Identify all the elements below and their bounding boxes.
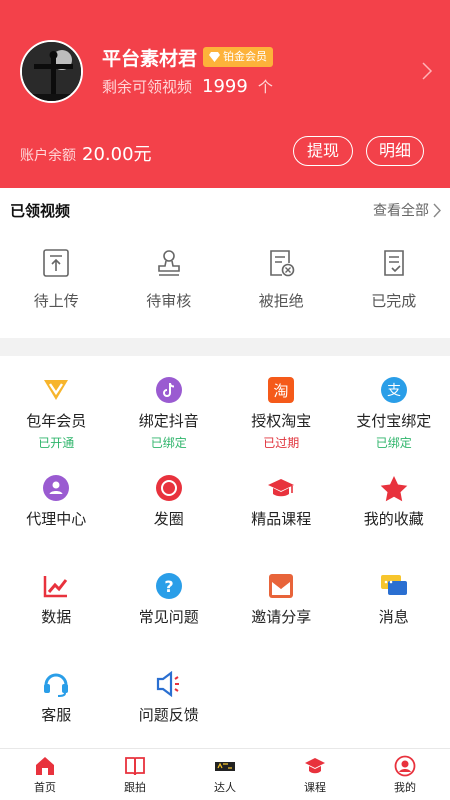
graduation-cap-icon [267, 474, 295, 502]
balance-label: 账户余额 [20, 148, 76, 164]
status-pending-review[interactable]: 待审核 [113, 248, 226, 328]
grid-label: 我的收藏 [363, 510, 424, 528]
message-icon [380, 572, 408, 600]
grid-messages[interactable]: 消息 [338, 572, 450, 627]
grid-feedback[interactable]: 问题反馈 [113, 670, 226, 725]
moments-icon [155, 474, 183, 502]
grid-status: 已开通 [38, 436, 75, 450]
grid-my-favorites[interactable]: 我的收藏 [338, 474, 450, 529]
status-label: 被拒绝 [258, 292, 304, 310]
grid-status: 已绑定 [375, 436, 412, 450]
svg-text:支: 支 [387, 383, 401, 399]
nav-label: 首页 [34, 781, 56, 794]
grid-invite-share[interactable]: 邀请分享 [225, 572, 338, 627]
diamond-icon [209, 52, 220, 62]
nav-label: 达人 [214, 781, 236, 794]
account-balance: 账户余额 20.00元 [20, 140, 152, 166]
username: 平台素材君 [102, 48, 198, 70]
agent-icon [42, 474, 70, 502]
status-label: 已完成 [371, 292, 417, 310]
grid-moments[interactable]: 发圈 [113, 474, 226, 529]
grid-agent-center[interactable]: 代理中心 [0, 474, 113, 529]
taobao-icon: 淘 [267, 376, 295, 404]
status-label: 待审核 [146, 292, 192, 310]
chevron-right-icon[interactable] [420, 62, 434, 80]
question-icon: ? [155, 572, 183, 600]
grid-data[interactable]: 数据 [0, 572, 113, 627]
tiktok-icon [155, 376, 183, 404]
remaining-videos: 剩余可领视频 1999 个 [102, 76, 273, 97]
user-icon [394, 755, 416, 777]
home-icon [36, 757, 54, 775]
svg-text:淘: 淘 [274, 382, 289, 400]
claimed-status-row: 待上传 待审核 被拒绝 已完成 [0, 248, 450, 328]
grid-label: 绑定抖音 [138, 412, 199, 430]
completed-doc-icon [383, 250, 404, 276]
nav-influencer[interactable]: 达人 [180, 749, 270, 800]
headset-icon [42, 670, 70, 698]
grid-bind-douyin[interactable]: 绑定抖音 已绑定 [113, 376, 226, 451]
nav-mine[interactable]: 我的 [360, 749, 450, 800]
book-icon [125, 757, 145, 776]
grid-vip-membership[interactable]: 包年会员 已开通 [0, 376, 113, 451]
chart-icon [42, 572, 70, 600]
stamp-icon [157, 250, 180, 276]
grid-premium-courses[interactable]: 精品课程 [225, 474, 338, 529]
cap-icon [305, 758, 325, 774]
grid-label: 数据 [41, 608, 72, 626]
grid-label: 问题反馈 [138, 706, 199, 724]
grid-label: 消息 [378, 608, 409, 626]
grid-status: 已绑定 [150, 436, 187, 450]
status-pending-upload[interactable]: 待上传 [0, 248, 113, 328]
detail-button[interactable]: 明细 [366, 136, 424, 166]
claimed-videos-title: 已领视频 [10, 202, 71, 220]
section-divider [0, 338, 450, 356]
remaining-unit: 个 [257, 78, 273, 96]
status-rejected[interactable]: 被拒绝 [225, 248, 338, 328]
nav-label: 我的 [394, 781, 416, 794]
remaining-count: 1999 [202, 76, 248, 97]
view-all-link[interactable]: 查看全部 [373, 200, 442, 220]
alipay-icon: 支 [380, 376, 408, 404]
nav-label: 跟拍 [124, 781, 146, 794]
megaphone-icon [155, 670, 183, 698]
nav-label: 课程 [304, 781, 326, 794]
vip-badge-label: 铂金会员 [223, 50, 267, 63]
avatar[interactable] [20, 40, 83, 103]
invite-icon [267, 572, 295, 600]
rejected-doc-icon [270, 250, 295, 277]
grid-status: 已过期 [263, 436, 300, 450]
grid-authorize-taobao[interactable]: 淘 授权淘宝 已过期 [225, 376, 338, 451]
grid-faq[interactable]: ? 常见问题 [113, 572, 226, 627]
remaining-label: 剩余可领视频 [102, 78, 193, 96]
grid-label: 授权淘宝 [251, 412, 312, 430]
star-logo-icon [215, 762, 235, 771]
withdraw-button[interactable]: 提现 [293, 136, 353, 166]
grid-label: 包年会员 [26, 412, 87, 430]
bottom-nav: 首页 跟拍 达人 课程 我的 [0, 748, 450, 800]
grid-label: 发圈 [153, 510, 184, 528]
grid-label: 代理中心 [26, 510, 87, 528]
grid-label: 支付宝绑定 [356, 412, 432, 430]
grid-bind-alipay[interactable]: 支 支付宝绑定 已绑定 [338, 376, 450, 451]
grid-customer-service[interactable]: 客服 [0, 670, 113, 725]
svg-text:?: ? [164, 577, 173, 596]
nav-follow-shoot[interactable]: 跟拍 [90, 749, 180, 800]
nav-courses[interactable]: 课程 [270, 749, 360, 800]
star-icon [380, 474, 408, 502]
grid-label: 客服 [41, 706, 72, 724]
balance-amount: 20.00元 [82, 144, 152, 165]
status-label: 待上传 [33, 292, 79, 310]
vip-crown-icon [42, 376, 70, 404]
profile-header: 平台素材君 铂金会员 剩余可领视频 1999 个 账户余额 20.00元 提现 … [0, 0, 450, 188]
grid-label: 精品课程 [251, 510, 312, 528]
grid-label: 常见问题 [138, 608, 199, 626]
chevron-right-icon [433, 203, 441, 217]
vip-badge: 铂金会员 [203, 47, 273, 67]
status-completed[interactable]: 已完成 [338, 248, 450, 328]
nav-home[interactable]: 首页 [0, 749, 90, 800]
view-all-label: 查看全部 [373, 203, 429, 219]
grid-label: 邀请分享 [251, 608, 312, 626]
upload-icon [43, 249, 70, 277]
